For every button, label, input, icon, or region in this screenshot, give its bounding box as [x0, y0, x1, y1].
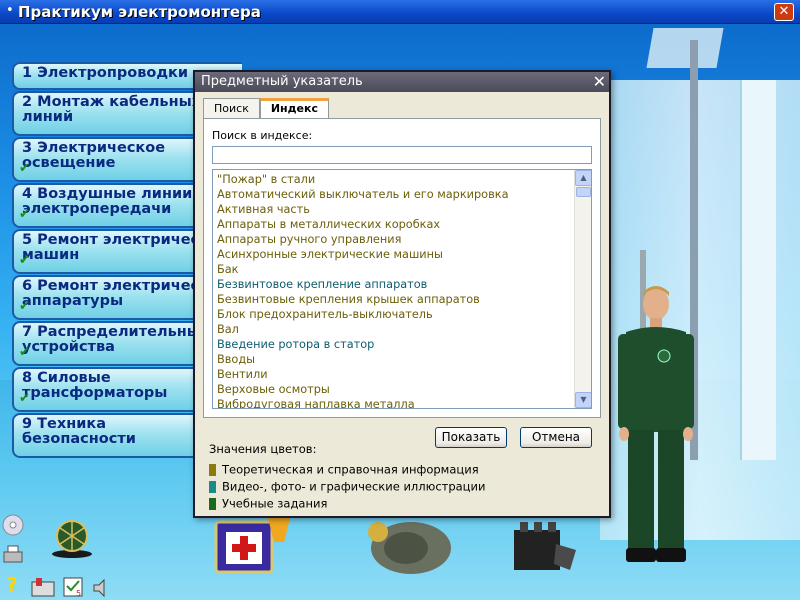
globe-icon[interactable]	[48, 516, 96, 558]
chapter-number: 7	[22, 324, 33, 340]
close-button[interactable]: ✕	[774, 3, 794, 21]
checkmark-icon: ✔	[19, 299, 30, 314]
electric-motor-icon[interactable]	[366, 518, 456, 578]
cancel-button[interactable]: Отмена	[520, 427, 592, 448]
chapter-label: Ремонт электричес машин	[22, 232, 200, 263]
search-label: Поиск в индексе:	[212, 129, 313, 142]
index-list[interactable]: "Пожар" в стали Автоматический выключател…	[212, 169, 592, 409]
legend-entry-task: Учебные задания	[209, 493, 328, 511]
chapter-number: 2	[22, 94, 33, 110]
chapter-number: 1	[22, 65, 33, 81]
electrician-figure	[618, 286, 694, 562]
printer-icon[interactable]	[2, 544, 24, 566]
app-title-bar: • Практикум электромонтера ✕	[0, 0, 800, 24]
index-list-item[interactable]: Вибродуговая наплавка металла	[213, 397, 573, 408]
index-list-item[interactable]: Активная часть	[213, 202, 573, 217]
dialog-close-icon[interactable]: ✕	[593, 72, 606, 91]
lamp-icon	[268, 518, 290, 542]
index-list-item[interactable]: Вентили	[213, 367, 573, 382]
dialog-title: Предметный указатель	[201, 74, 363, 89]
svg-text:5: 5	[76, 589, 81, 598]
connector-icon	[554, 544, 576, 570]
chapter-label: Монтаж кабельных линий	[22, 94, 202, 125]
legend-text: Теоретическая и справочная информация	[222, 462, 479, 477]
index-tab-panel: Поиск в индексе: "Пожар" в стали Автомати…	[203, 118, 601, 418]
index-list-item[interactable]: Аппараты в металлических коробках	[213, 217, 573, 232]
legend-text: Учебные задания	[222, 496, 328, 511]
index-list-item[interactable]: "Пожар" в стали	[213, 172, 573, 187]
close-icon: ✕	[778, 4, 790, 19]
legend-swatch	[209, 497, 216, 510]
index-list-item[interactable]: Вал	[213, 322, 573, 337]
index-list-item[interactable]: Введение ротора в статор	[213, 337, 573, 352]
dialog-title-bar: Предметный указатель ✕	[195, 72, 609, 92]
chapter-label: Электрическое освещение	[22, 140, 166, 171]
tools-icon[interactable]	[30, 576, 56, 598]
index-list-item[interactable]: Вводы	[213, 352, 573, 367]
first-aid-kit-icon[interactable]	[214, 518, 276, 574]
chapter-label: Силовые трансформаторы	[22, 370, 168, 401]
index-list-item[interactable]: Верховые осмотры	[213, 382, 573, 397]
checklist-icon[interactable]: 5	[62, 576, 86, 598]
chapter-label: Воздушные линии электропередачи	[22, 186, 193, 217]
scroll-up-icon[interactable]: ▲	[575, 170, 591, 186]
index-list-item[interactable]: Безвинтовое крепление аппаратов	[213, 277, 573, 292]
scroll-down-icon[interactable]: ▼	[575, 392, 591, 408]
help-icon[interactable]: ?	[6, 574, 22, 596]
chapter-number: 8	[22, 370, 33, 386]
checkmark-icon: ✔	[19, 207, 30, 222]
legend-entry-video: Видео-, фото- и графические иллюстрации	[209, 476, 486, 494]
index-list-item[interactable]: Безвинтовые крепления крышек аппаратов	[213, 292, 573, 307]
legend-text: Видео-, фото- и графические иллюстрации	[222, 479, 486, 494]
index-list-rows: "Пожар" в стали Автоматический выключател…	[213, 172, 573, 408]
chapter-number: 3	[22, 140, 33, 156]
legend-title: Значения цветов:	[209, 442, 317, 456]
chapter-number: 4	[22, 186, 33, 202]
dialog-tabs: Поиск Индекс	[203, 97, 329, 121]
chapter-label: Распределительные устройства	[22, 324, 210, 355]
checkmark-icon: ✔	[19, 161, 30, 176]
subject-index-dialog: Предметный указатель ✕ Поиск Индекс Поиск…	[193, 70, 611, 518]
chapter-number: 5	[22, 232, 33, 248]
scene-panel	[646, 28, 724, 68]
chapter-number: 9	[22, 416, 33, 432]
show-button[interactable]: Показать	[435, 427, 507, 448]
checkmark-icon: ✔	[19, 253, 30, 268]
chapter-label: Техника безопасности	[22, 416, 136, 447]
tab-search[interactable]: Поиск	[203, 98, 260, 120]
index-search-input[interactable]	[212, 146, 592, 164]
index-list-item[interactable]: Автоматический выключатель и его маркиро…	[213, 187, 573, 202]
cd-icon[interactable]	[2, 514, 24, 536]
bullet-icon: •	[6, 3, 14, 18]
checkmark-icon: ✔	[19, 391, 30, 406]
checkmark-icon: ✔	[19, 345, 30, 360]
legend-entry-theory: Теоретическая и справочная информация	[209, 459, 479, 477]
index-list-item[interactable]: Аппараты ручного управления	[213, 232, 573, 247]
list-scrollbar[interactable]: ▲ ▼	[574, 170, 591, 408]
legend-swatch	[209, 463, 216, 476]
chapter-number: 6	[22, 278, 33, 294]
scroll-thumb[interactable]	[576, 187, 591, 197]
index-list-item[interactable]: Блок предохранитель-выключатель	[213, 307, 573, 322]
chapter-label: Ремонт электричес аппаратуры	[22, 278, 200, 309]
chapter-label: Электропроводки	[37, 65, 189, 81]
app-title: Практикум электромонтера	[18, 3, 261, 21]
index-list-item[interactable]: Бак	[213, 262, 573, 277]
legend-swatch	[209, 480, 216, 493]
speaker-icon[interactable]	[92, 578, 112, 598]
index-list-item[interactable]: Асинхронные электрические машины	[213, 247, 573, 262]
scene-pillar	[740, 80, 776, 460]
